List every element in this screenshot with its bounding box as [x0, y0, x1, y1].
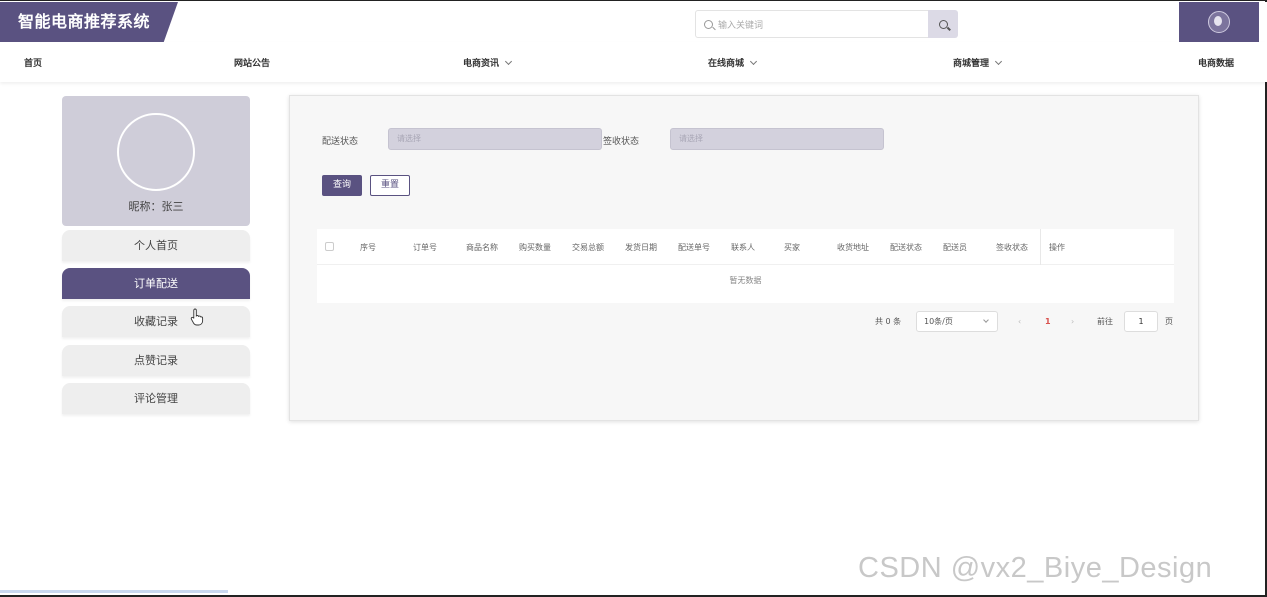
page-size-value: 10条/页 — [924, 317, 953, 326]
column-header: 购买数量 — [519, 243, 551, 252]
sidebar-item-likes[interactable]: 点赞记录 — [62, 345, 250, 376]
nav-label: 首页 — [24, 59, 43, 69]
horizontal-scrollbar[interactable] — [0, 590, 228, 593]
main-nav: 首页 网站公告 电商资讯 在线商城 商城管理 电商数据 — [0, 42, 1267, 82]
chevron-down-icon — [983, 317, 989, 323]
sidebar-item-profile[interactable]: 个人首页 — [62, 230, 250, 261]
site-logo[interactable]: 智能电商推荐系统 — [0, 2, 178, 42]
page-suffix: 页 — [1165, 317, 1173, 326]
nav-item-data[interactable]: 电商数据 — [1198, 56, 1234, 69]
column-header: 发货日期 — [625, 243, 657, 252]
nav-label: 网站公告 — [234, 59, 271, 69]
sign-status-select[interactable]: 请选择 — [670, 128, 884, 150]
search-button[interactable] — [928, 10, 958, 38]
column-header: 买家 — [784, 243, 800, 252]
sidebar-item-order-delivery[interactable]: 订单配送 — [62, 268, 250, 299]
column-header: 配送状态 — [890, 243, 922, 252]
avatar — [1208, 11, 1230, 33]
nav-label: 在线商城 — [708, 59, 745, 69]
sidebar-item-comments[interactable]: 评论管理 — [62, 383, 250, 414]
search-icon — [938, 19, 948, 29]
chevron-down-icon — [504, 57, 513, 66]
nav-item-mall[interactable]: 在线商城 — [708, 56, 758, 69]
total-count: 共 0 条 — [875, 317, 902, 326]
search-placeholder: 输入关键词 — [718, 20, 764, 31]
prev-page-button[interactable]: ‹ — [1018, 311, 1021, 333]
page-size-select[interactable]: 10条/页 — [916, 311, 998, 332]
header: 智能电商推荐系统 输入关键词 — [0, 2, 1267, 42]
delivery-status-label: 配送状态 — [322, 137, 359, 147]
page-number-current[interactable]: 1 — [1045, 311, 1051, 333]
goto-page-input[interactable]: 1 — [1124, 311, 1158, 332]
column-header: 收货地址 — [837, 243, 869, 252]
profile-card: 昵称：张三 — [62, 96, 250, 226]
next-page-button[interactable]: › — [1071, 311, 1074, 333]
column-header: 联系人 — [731, 243, 755, 252]
column-header: 配送员 — [943, 243, 967, 252]
search-input[interactable]: 输入关键词 — [695, 10, 929, 38]
column-header: 商品名称 — [466, 243, 498, 252]
nav-label: 商城管理 — [953, 59, 990, 69]
goto-label: 前往 — [1097, 317, 1113, 326]
column-header: 操作 — [1049, 243, 1065, 252]
column-divider — [1040, 229, 1041, 265]
nav-item-announcements[interactable]: 网站公告 — [234, 56, 270, 69]
nav-item-mall-management[interactable]: 商城管理 — [953, 56, 1003, 69]
query-button[interactable]: 查询 — [322, 175, 362, 196]
user-avatar-button[interactable] — [1179, 2, 1259, 42]
sidebar-item-favorites[interactable]: 收藏记录 — [62, 306, 250, 337]
chevron-down-icon — [994, 57, 1003, 66]
nickname: 昵称：张三 — [128, 200, 184, 213]
delivery-status-select[interactable]: 请选择 — [388, 128, 602, 150]
nav-label: 电商数据 — [1198, 59, 1235, 69]
avatar[interactable] — [117, 113, 195, 191]
table-header: 序号 订单号 商品名称 购买数量 交易总额 发货日期 配送单号 联系人 买家 收… — [317, 229, 1174, 265]
column-header: 交易总额 — [572, 243, 604, 252]
column-header: 签收状态 — [996, 243, 1028, 252]
select-all-checkbox[interactable] — [325, 242, 334, 251]
column-header: 订单号 — [413, 243, 437, 252]
orders-table: 序号 订单号 商品名称 购买数量 交易总额 发货日期 配送单号 联系人 买家 收… — [317, 229, 1174, 303]
hand-cursor-icon — [190, 308, 204, 326]
order-delivery-panel: 配送状态 请选择 签收状态 请选择 查询 重置 序号 订单号 商品名称 购买数量… — [289, 95, 1199, 421]
nav-item-news[interactable]: 电商资讯 — [463, 56, 513, 69]
empty-state: 暂无数据 — [729, 276, 762, 285]
column-header: 配送单号 — [678, 243, 710, 252]
sign-status-label: 签收状态 — [603, 137, 640, 147]
search-icon — [704, 19, 713, 29]
nav-item-home[interactable]: 首页 — [24, 56, 42, 69]
chevron-down-icon — [749, 57, 758, 66]
nav-label: 电商资讯 — [463, 59, 500, 69]
reset-button[interactable]: 重置 — [370, 175, 410, 196]
watermark: CSDN @vx2_Biye_Design — [858, 552, 1213, 584]
column-header: 序号 — [360, 243, 376, 252]
